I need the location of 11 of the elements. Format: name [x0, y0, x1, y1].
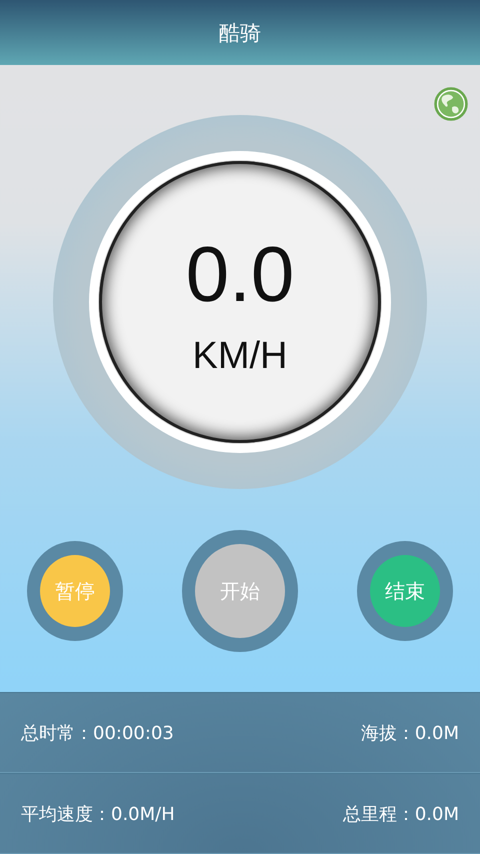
control-button[interactable]: 开始 [195, 544, 285, 638]
speed-unit: KM/H [192, 334, 288, 378]
stat-text: 海拔：0.0M [360, 722, 459, 744]
control-button[interactable]: 暂停 [40, 555, 110, 627]
stat-text: 总时常：00:00:03 [21, 722, 174, 744]
stat-text: 平均速度：0.0M/H [21, 802, 175, 826]
globe-icon[interactable] [434, 87, 468, 121]
app-title: 酷骑 [219, 20, 261, 46]
control-button[interactable]: 结束 [370, 555, 440, 627]
speed-value: 0.0 [186, 234, 294, 312]
stat-text: 总里程：0.0M [342, 802, 459, 826]
